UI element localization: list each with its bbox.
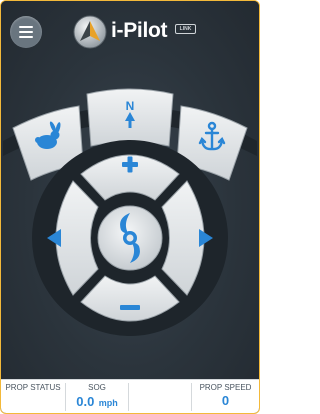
sog-unit: mph bbox=[98, 398, 118, 408]
logo-emblem-icon bbox=[73, 15, 107, 49]
ipilot-logo: i-Pilot LINK bbox=[73, 15, 223, 51]
logo-badge: LINK bbox=[175, 24, 196, 34]
status-bar: PROP STATUS SOG 0.0 mph PROP SPEED 0 bbox=[1, 379, 259, 413]
control-pad: N bbox=[3, 88, 257, 336]
status-divider bbox=[128, 383, 129, 411]
hamburger-menu-icon[interactable] bbox=[10, 16, 42, 48]
minus-icon bbox=[120, 305, 140, 310]
remote-screen: i-Pilot LINK N bbox=[1, 1, 259, 379]
prop-status-label: PROP STATUS bbox=[5, 383, 61, 392]
logo-text: i-Pilot bbox=[111, 19, 168, 42]
sog-label: SOG bbox=[88, 383, 106, 392]
app-frame: i-Pilot LINK N PROP STATUS SOG 0.0 mph P… bbox=[0, 0, 260, 414]
sog-value: 0.0 bbox=[76, 394, 95, 409]
prop-status-cell: PROP STATUS bbox=[1, 380, 65, 413]
prop-speed-cell: PROP SPEED 0 bbox=[192, 380, 259, 413]
sog-cell: SOG 0.0 mph bbox=[66, 380, 128, 413]
heading-lock-button[interactable]: N bbox=[86, 88, 174, 147]
app-header: i-Pilot LINK bbox=[1, 1, 259, 61]
heading-lock-label: N bbox=[126, 99, 135, 113]
prop-speed-label: PROP SPEED bbox=[199, 383, 252, 392]
prop-speed-value: 0 bbox=[221, 393, 230, 408]
prop-toggle-button[interactable] bbox=[94, 202, 166, 274]
